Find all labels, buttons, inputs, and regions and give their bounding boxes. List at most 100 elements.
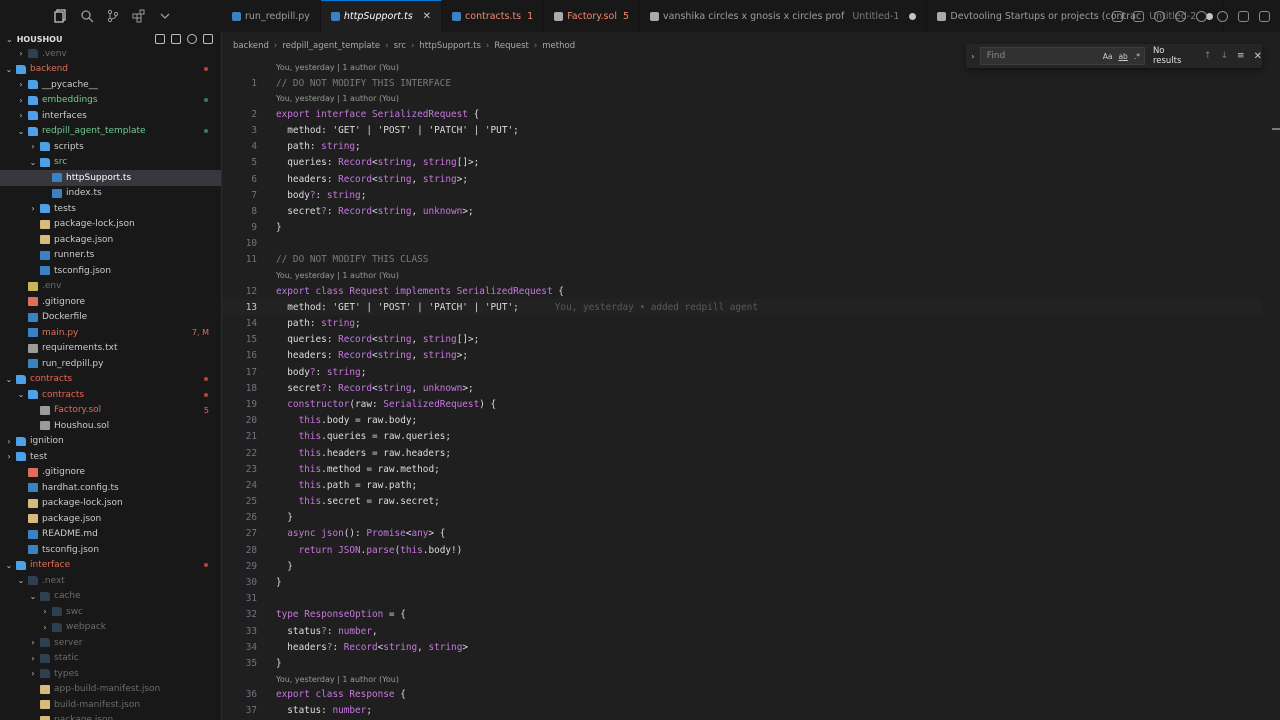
breadcrumb-item[interactable]: backend — [233, 41, 269, 51]
tree-folder[interactable]: › types — [0, 666, 221, 682]
explorer-root-header[interactable]: ⌄ HOUSHOU — [0, 32, 221, 46]
code-line[interactable]: 2 export interface SerializedRequest { — [222, 106, 1262, 122]
codelens-blame[interactable]: You, yesterday | 1 author (You) — [222, 268, 1262, 283]
open-changes-icon[interactable] — [1112, 10, 1123, 22]
chevron-down-icon[interactable]: ⌄ — [28, 158, 38, 167]
tree-file[interactable]: .gitignore — [0, 465, 221, 481]
tree-file[interactable]: package-lock.json — [0, 217, 221, 233]
code-line[interactable]: 1 // DO NOT MODIFY THIS INTERFACE — [222, 75, 1262, 91]
tree-folder[interactable]: › static — [0, 651, 221, 667]
chevron-right-icon[interactable]: › — [4, 452, 14, 461]
editor-tab[interactable]: Factory.sol 5 — [544, 0, 641, 32]
chevron-right-icon[interactable]: › — [28, 654, 38, 663]
code-line[interactable]: 37 status: number; — [222, 703, 1262, 719]
code-line[interactable]: 21 this.queries = raw.queries; — [222, 429, 1262, 445]
new-folder-icon[interactable] — [171, 34, 181, 44]
tree-folder[interactable]: › scripts — [0, 139, 221, 155]
breadcrumb-item[interactable]: httpSupport.ts — [419, 41, 481, 51]
files-icon[interactable] — [54, 9, 68, 23]
code-line[interactable]: 16 headers: Record<string, string>; — [222, 348, 1262, 364]
editor-tab[interactable]: contracts.ts 1 — [442, 0, 545, 32]
breadcrumb-item[interactable]: src — [394, 41, 406, 51]
chevron-right-icon[interactable]: › — [16, 49, 26, 58]
tree-file[interactable]: tsconfig.json — [0, 542, 221, 558]
chevron-right-icon[interactable]: › — [16, 96, 26, 105]
split-editor-icon[interactable] — [1238, 10, 1249, 22]
chevron-right-icon[interactable]: › — [28, 204, 38, 213]
unsaved-dot-icon[interactable] — [909, 12, 917, 20]
code-line[interactable]: 19 constructor(raw: SerializedRequest) { — [222, 396, 1262, 412]
tree-file[interactable]: Factory.sol 5 — [0, 403, 221, 419]
code-line[interactable]: 24 this.path = raw.path; — [222, 477, 1262, 493]
timeline-icon[interactable] — [1133, 10, 1144, 22]
breadcrumb-item[interactable]: method — [542, 41, 575, 51]
tree-file[interactable]: package.json — [0, 511, 221, 527]
code-line[interactable]: 8 secret?: Record<string, unknown>; — [222, 203, 1262, 219]
chevron-right-icon[interactable]: › — [28, 669, 38, 678]
debug-icon[interactable] — [1217, 10, 1228, 22]
tree-file[interactable]: Dockerfile — [0, 310, 221, 326]
chevron-right-icon[interactable]: › — [40, 607, 50, 616]
tree-file[interactable]: .gitignore — [0, 294, 221, 310]
tree-folder[interactable]: ⌄ .next — [0, 573, 221, 589]
regex-toggle[interactable]: .* — [1134, 52, 1140, 61]
code-line[interactable]: 27 async json(): Promise<any> { — [222, 526, 1262, 542]
breadcrumb-item[interactable]: Request — [494, 41, 529, 51]
chevron-down-icon[interactable]: ⌄ — [4, 375, 14, 384]
chevron-right-icon[interactable]: › — [4, 437, 14, 446]
chevron-right-icon[interactable]: › — [16, 111, 26, 120]
breadcrumb-item[interactable]: redpill_agent_template — [282, 41, 380, 51]
code-line[interactable]: 18 secret?: Record<string, unknown>; — [222, 380, 1262, 396]
code-line[interactable]: 33 status?: number, — [222, 623, 1262, 639]
toggle-blame-icon[interactable] — [1196, 10, 1207, 22]
tree-folder[interactable]: ⌄ src — [0, 155, 221, 171]
editor-tab[interactable]: httpSupport.ts ✕ — [320, 0, 443, 32]
code-line[interactable]: 12 export class Request implements Serial… — [222, 283, 1262, 299]
more-actions-icon[interactable] — [1259, 10, 1270, 22]
close-icon[interactable]: ✕ — [1254, 51, 1262, 62]
tree-file[interactable]: run_redpill.py — [0, 356, 221, 372]
code-line[interactable]: 29 } — [222, 558, 1262, 574]
code-line[interactable]: 4 path: string; — [222, 139, 1262, 155]
chevron-down-icon[interactable]: ⌄ — [16, 576, 26, 585]
chevron-right-icon[interactable]: › — [16, 80, 26, 89]
tree-folder[interactable]: › webpack — [0, 620, 221, 636]
codelens-blame[interactable]: You, yesterday | 1 author (You) — [222, 91, 1262, 106]
go-forward-icon[interactable] — [1175, 10, 1186, 22]
tree-folder[interactable]: › swc — [0, 604, 221, 620]
chevron-down-icon[interactable]: ⌄ — [16, 127, 26, 136]
tree-file[interactable]: package-lock.json — [0, 496, 221, 512]
code-line[interactable]: 9} — [222, 220, 1262, 236]
code-line[interactable]: 22 this.headers = raw.headers; — [222, 445, 1262, 461]
tree-file[interactable]: package.json — [0, 232, 221, 248]
match-word-toggle[interactable]: ab — [1118, 52, 1127, 61]
tree-folder[interactable]: › server — [0, 635, 221, 651]
code-line[interactable]: 20 this.body = raw.body; — [222, 413, 1262, 429]
tree-file[interactable]: hardhat.config.ts — [0, 480, 221, 496]
code-line[interactable]: 25 this.secret = raw.secret; — [222, 494, 1262, 510]
code-line[interactable]: 10 — [222, 236, 1262, 252]
code-line[interactable]: 17 body?: string; — [222, 364, 1262, 380]
refresh-icon[interactable] — [187, 34, 197, 44]
search-icon[interactable] — [80, 9, 94, 23]
tree-file[interactable]: .env — [0, 279, 221, 295]
match-case-toggle[interactable]: Aa — [1103, 52, 1113, 61]
code-line[interactable]: 36 export class Response { — [222, 687, 1262, 703]
code-line[interactable]: 6 headers: Record<string, string>; — [222, 171, 1262, 187]
tree-folder[interactable]: › test — [0, 449, 221, 465]
tree-file[interactable]: httpSupport.ts — [0, 170, 221, 186]
tree-folder[interactable]: › ignition — [0, 434, 221, 450]
collapse-all-icon[interactable] — [203, 34, 213, 44]
editor-tab[interactable]: run_redpill.py — [222, 0, 321, 32]
tree-folder[interactable]: ⌄ interface — [0, 558, 221, 574]
chevron-down-icon[interactable]: ⌄ — [4, 561, 14, 570]
tree-file[interactable]: build-manifest.json — [0, 697, 221, 713]
tree-file[interactable]: app-build-manifest.json — [0, 682, 221, 698]
chevron-down-icon[interactable] — [158, 9, 172, 23]
tree-folder[interactable]: › __pycache__ — [0, 77, 221, 93]
tree-file[interactable]: index.ts — [0, 186, 221, 202]
tree-folder[interactable]: ⌄ redpill_agent_template — [0, 124, 221, 140]
codelens-blame[interactable]: You, yesterday | 1 author (You) — [222, 672, 1262, 687]
chevron-right-icon[interactable]: › — [28, 142, 38, 151]
code-view[interactable]: You, yesterday | 1 author (You) 1 // DO NO… — [222, 60, 1262, 720]
